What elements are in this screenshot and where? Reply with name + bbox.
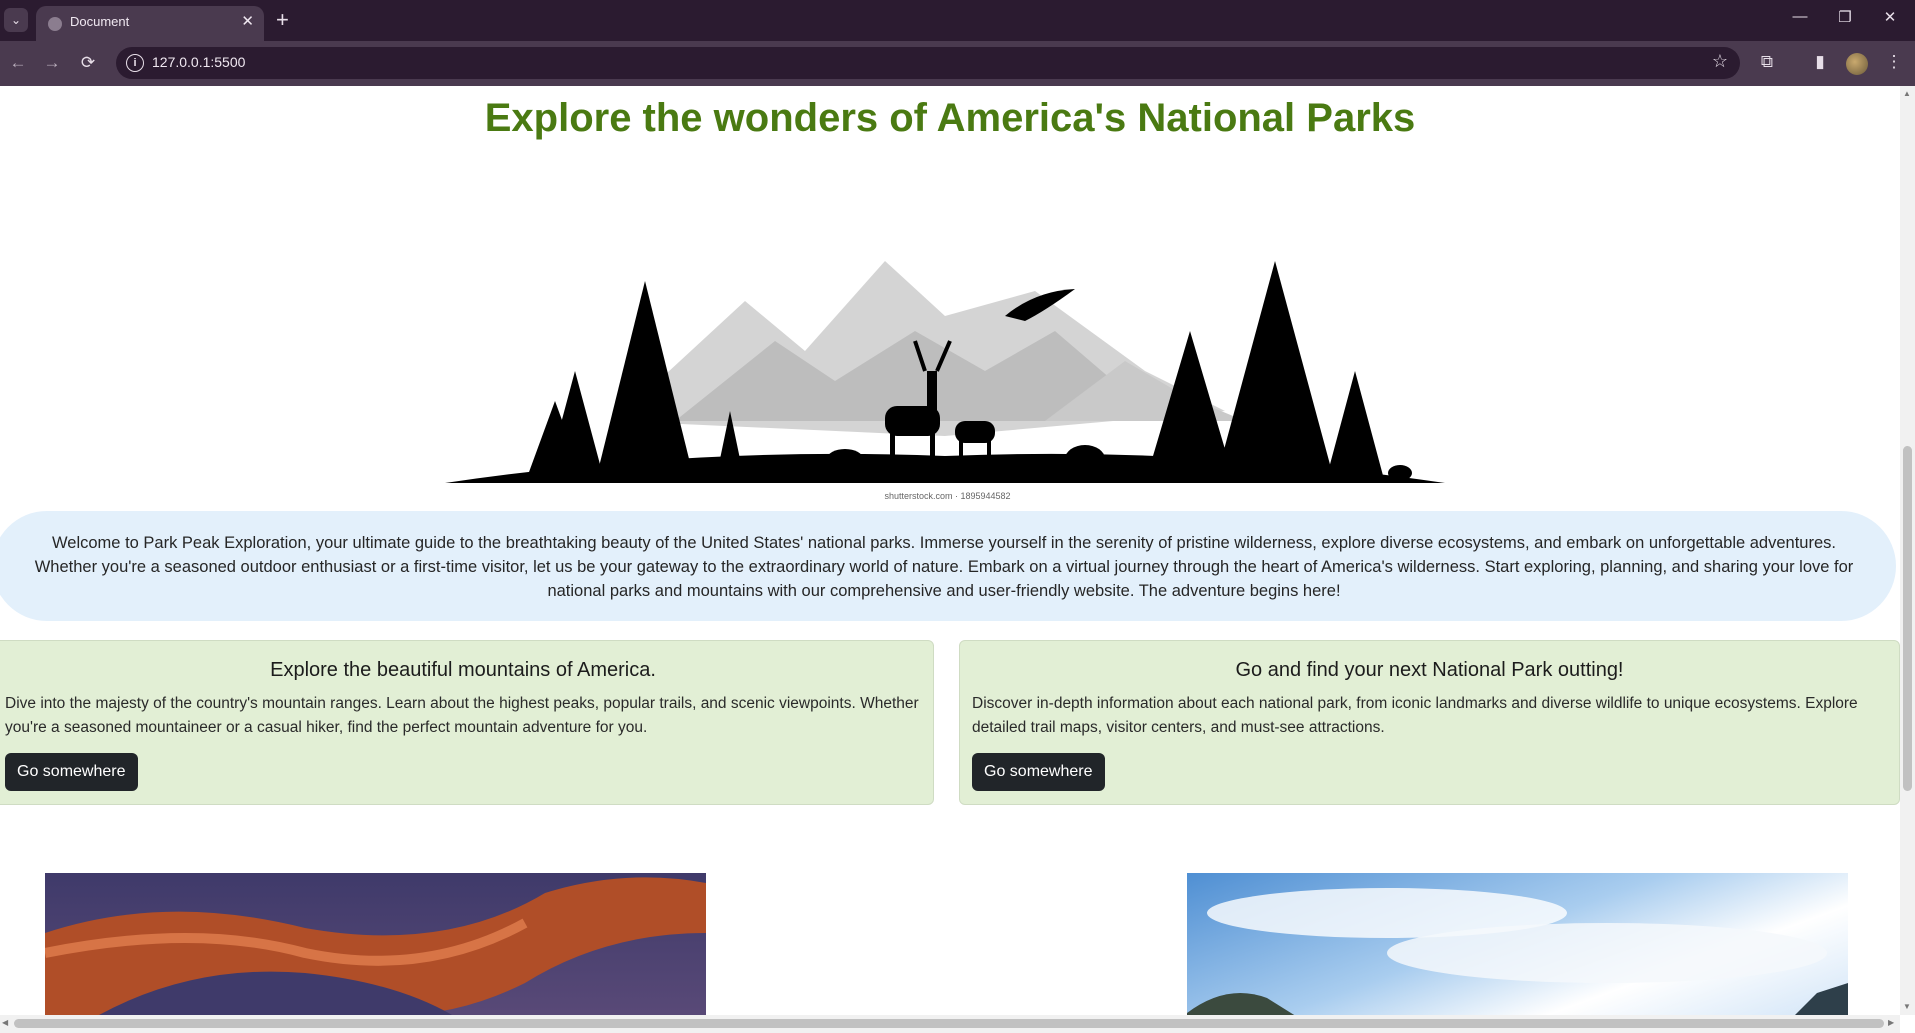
- browser-toolbar: ← → ⟳ i 127.0.0.1:5500 ☆ ⧉ ▮ ⋮: [0, 41, 1915, 86]
- sky-clouds-mountain-photo: [1187, 873, 1848, 1015]
- red-rock-arch-photo: [45, 873, 706, 1015]
- scroll-down-arrow-icon[interactable]: ▼: [1903, 1002, 1911, 1011]
- url-text[interactable]: 127.0.0.1:5500: [152, 54, 245, 70]
- minimize-icon[interactable]: —: [1785, 8, 1815, 25]
- vertical-scrollbar[interactable]: ▲ ▼: [1900, 86, 1915, 1015]
- reload-icon[interactable]: ⟳: [76, 53, 100, 73]
- national-park-card: Go and find your next National Park outt…: [959, 640, 1900, 805]
- hero-image: shutterstock.com · 1895944582: [445, 221, 1450, 506]
- mountain-wildlife-silhouette-icon: [445, 261, 1445, 483]
- card-text: Dive into the majesty of the country's m…: [5, 695, 919, 736]
- forward-arrow-icon[interactable]: →: [40, 53, 64, 73]
- welcome-text: Welcome to Park Peak Exploration, your u…: [34, 534, 1854, 600]
- page-viewport: Explore the wonders of America's Nationa…: [0, 86, 1900, 1015]
- card-title: Explore the beautiful mountains of Ameri…: [270, 659, 656, 681]
- menu-kebab-icon[interactable]: ⋮: [1882, 52, 1906, 72]
- go-somewhere-button[interactable]: Go somewhere: [972, 753, 1105, 791]
- go-somewhere-button[interactable]: Go somewhere: [5, 753, 138, 791]
- horizontal-scroll-thumb[interactable]: [14, 1019, 1884, 1028]
- restore-icon[interactable]: ❐: [1830, 8, 1860, 26]
- address-bar[interactable]: i 127.0.0.1:5500 ☆: [116, 47, 1740, 79]
- side-panel-icon[interactable]: ▮: [1808, 52, 1832, 72]
- card-title: Go and find your next National Park outt…: [1235, 659, 1624, 681]
- hero-image-caption: shutterstock.com · 1895944582: [884, 491, 1011, 501]
- close-window-icon[interactable]: ✕: [1875, 8, 1905, 26]
- close-tab-icon[interactable]: ✕: [241, 12, 254, 30]
- card-text: Discover in-depth information about each…: [972, 695, 1858, 736]
- tab-title: Document: [70, 14, 130, 29]
- page-title: Explore the wonders of America's Nationa…: [484, 96, 1416, 140]
- mountains-card: Explore the beautiful mountains of Ameri…: [0, 640, 934, 805]
- globe-icon: [48, 17, 62, 31]
- browser-tabstrip: ⌄ Document ✕ + — ❐ ✕: [0, 0, 1915, 41]
- site-info-icon[interactable]: i: [126, 54, 144, 72]
- scroll-left-arrow-icon[interactable]: ◀: [2, 1018, 8, 1027]
- vertical-scroll-thumb[interactable]: [1903, 446, 1912, 791]
- bookmark-star-icon[interactable]: ☆: [1712, 51, 1728, 72]
- horizontal-scrollbar[interactable]: ◀ ▶: [0, 1015, 1900, 1033]
- profile-avatar[interactable]: [1846, 53, 1868, 75]
- welcome-banner: Welcome to Park Peak Exploration, your u…: [0, 511, 1896, 621]
- tab-search-chevron-icon[interactable]: ⌄: [4, 8, 28, 32]
- extensions-puzzle-icon[interactable]: ⧉: [1755, 52, 1779, 72]
- scroll-up-arrow-icon[interactable]: ▲: [1903, 89, 1911, 98]
- scroll-right-arrow-icon[interactable]: ▶: [1888, 1018, 1894, 1027]
- back-arrow-icon[interactable]: ←: [6, 53, 30, 73]
- new-tab-button[interactable]: +: [276, 6, 289, 34]
- browser-tab[interactable]: Document ✕: [36, 6, 264, 41]
